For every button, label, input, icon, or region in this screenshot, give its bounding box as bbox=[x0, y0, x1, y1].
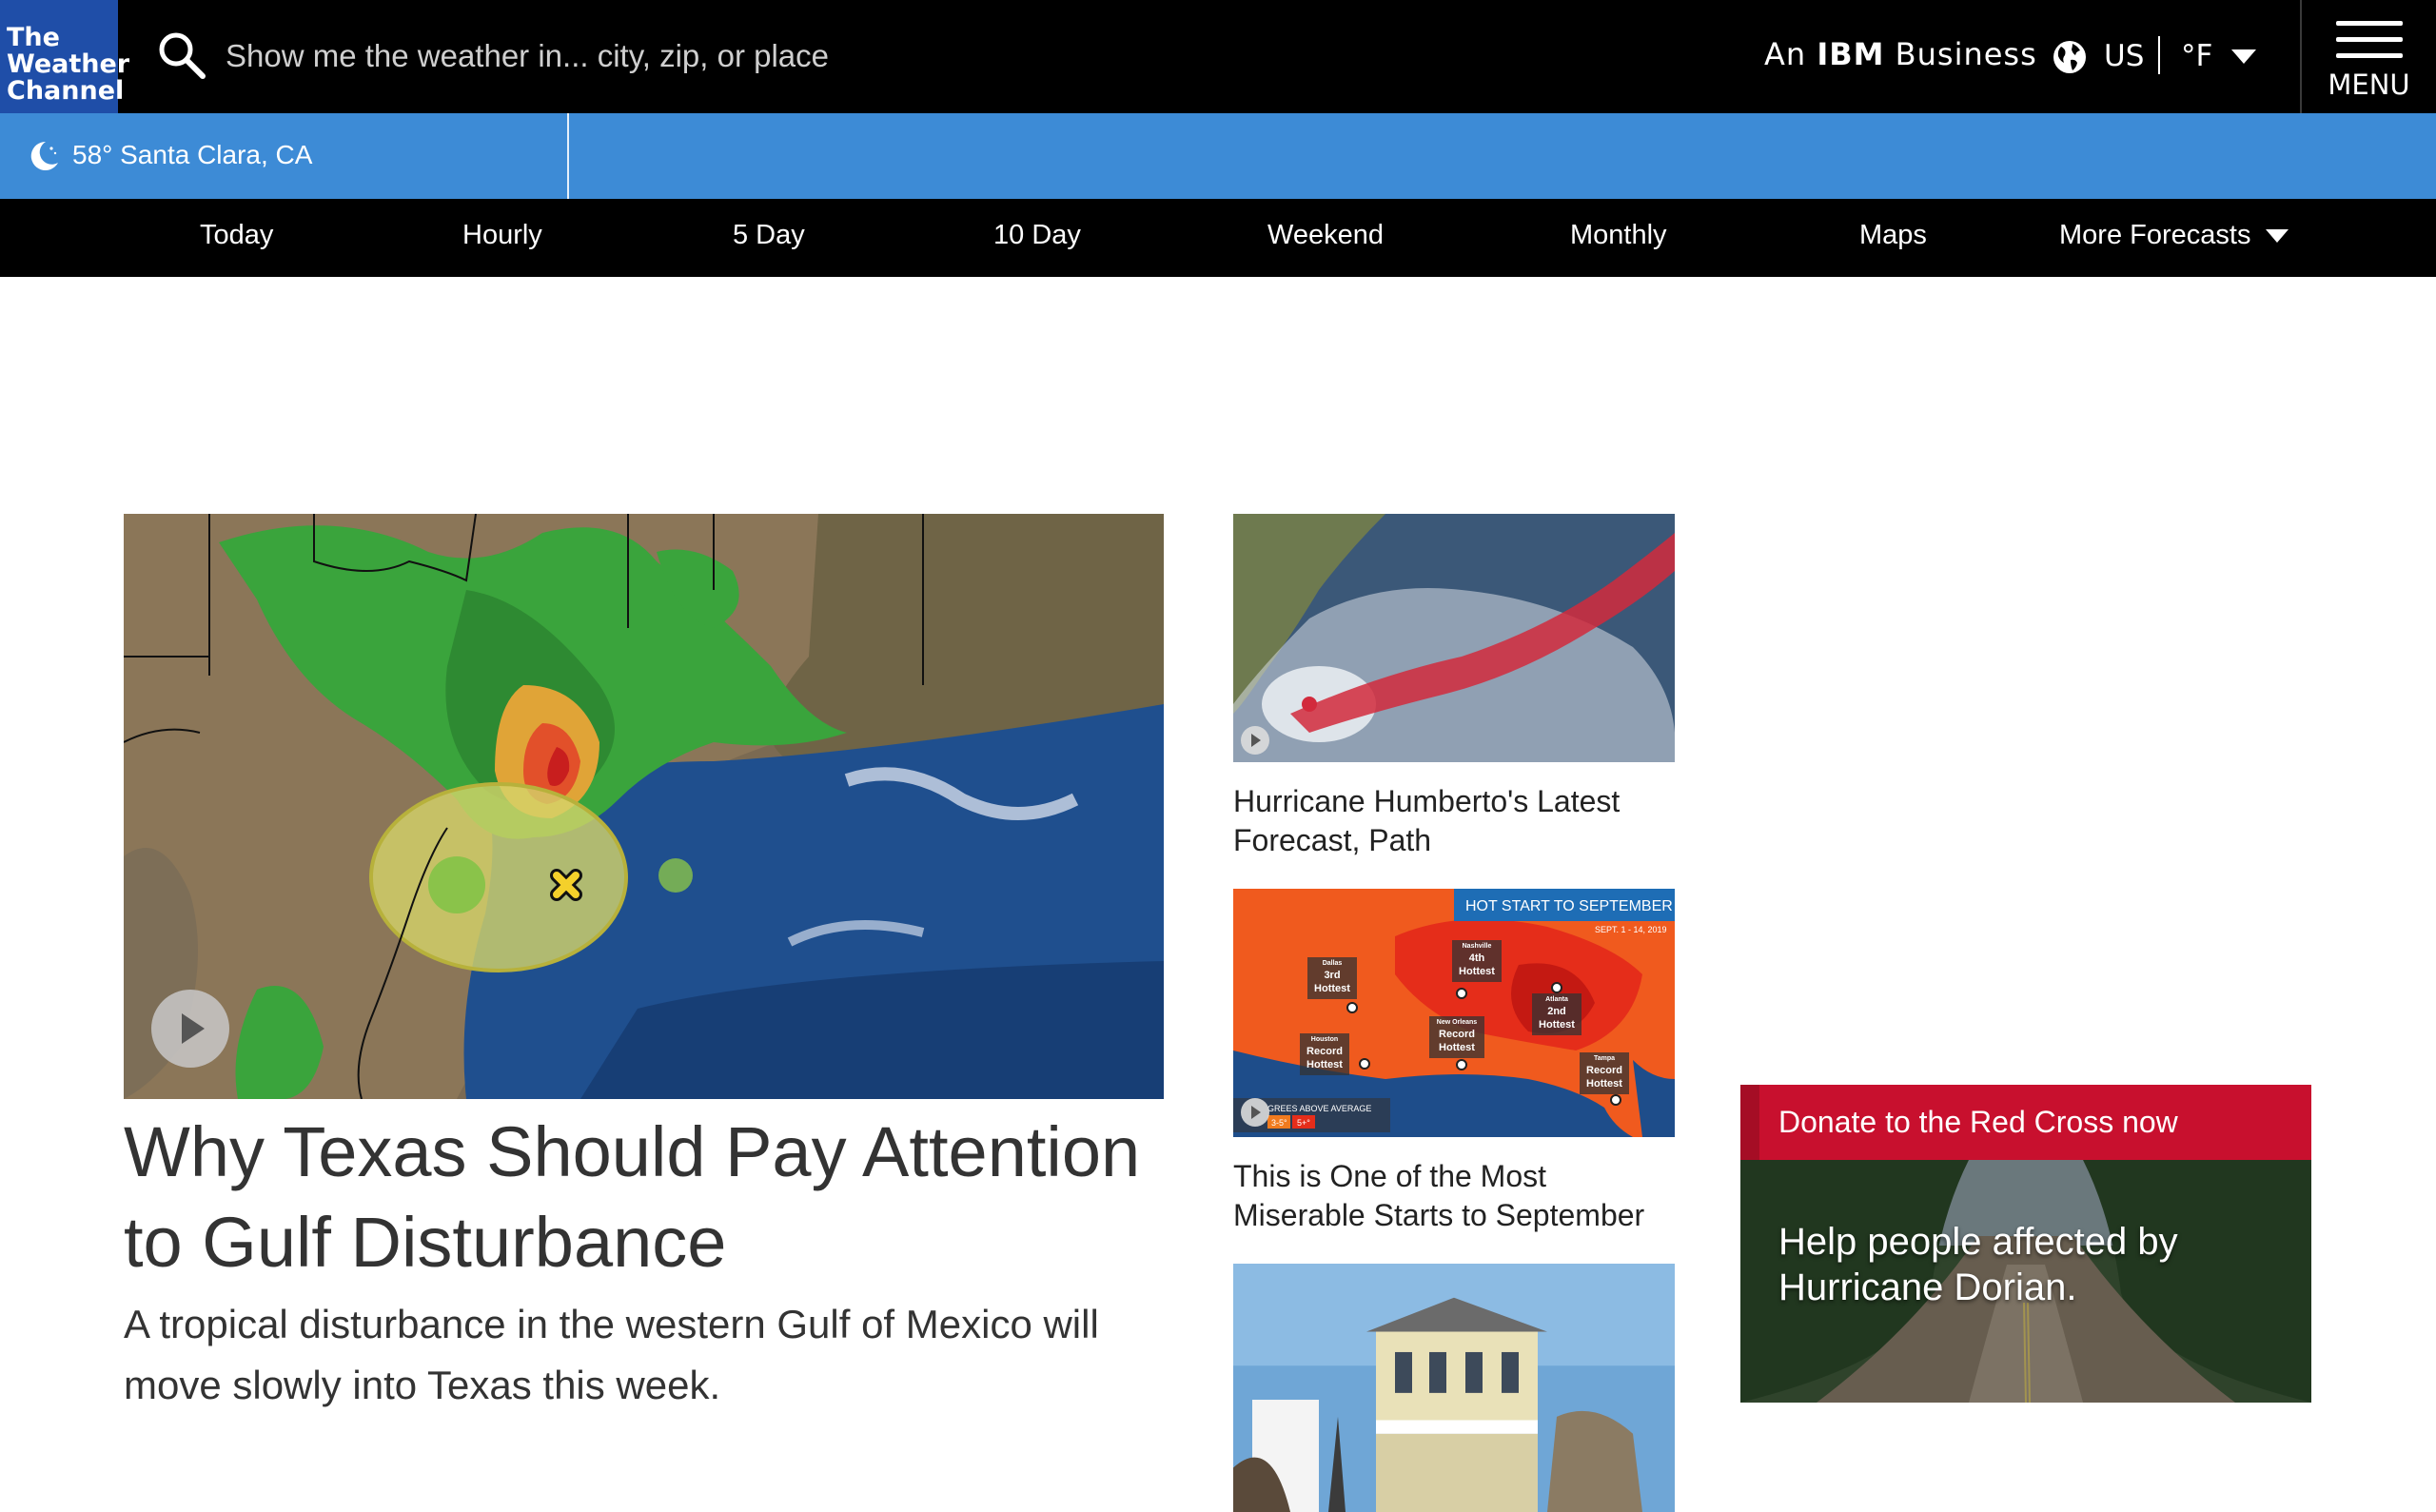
location-bar: 58° Santa Clara, CA bbox=[0, 113, 2436, 199]
map-label: Hottest bbox=[1459, 966, 1495, 977]
nav-5-day[interactable]: 5 Day bbox=[733, 220, 805, 251]
top-header: The Weather Channel An IBM Business US °… bbox=[0, 0, 2436, 113]
humberto-video-thumbnail[interactable] bbox=[1233, 514, 1675, 762]
nav-more-forecasts[interactable]: More Forecasts bbox=[2059, 220, 2289, 251]
map-label: Record bbox=[1586, 1065, 1622, 1076]
ibm-bold: IBM bbox=[1817, 36, 1885, 72]
map-label: Hottest bbox=[1314, 983, 1350, 994]
unit-selector[interactable]: °F bbox=[2181, 39, 2212, 73]
card-title[interactable]: Hurricane Humberto's Latest Forecast, Pa… bbox=[1233, 782, 1680, 860]
hero-video-thumbnail[interactable] bbox=[124, 514, 1164, 1099]
red-cross-message: Help people affected by Hurricane Dorian… bbox=[1778, 1221, 2178, 1308]
caret-down-icon bbox=[2266, 229, 2289, 244]
map-label: Hottest bbox=[1586, 1078, 1622, 1090]
hero-play-button[interactable] bbox=[151, 990, 229, 1068]
search-icon[interactable] bbox=[155, 29, 208, 82]
current-location[interactable]: 58° Santa Clara, CA bbox=[0, 113, 569, 199]
logo-line-2: Weather bbox=[7, 49, 130, 79]
locale-selector[interactable]: US bbox=[2104, 39, 2144, 73]
red-cross-header: Donate to the Red Cross now bbox=[1740, 1085, 2311, 1160]
nav-monthly[interactable]: Monthly bbox=[1570, 220, 1667, 251]
location-text: 58° Santa Clara, CA bbox=[72, 140, 312, 170]
map-label: 4th bbox=[1469, 952, 1485, 964]
map-label: 3rd bbox=[1324, 970, 1340, 981]
map-legend-value: 5+° bbox=[1297, 1118, 1310, 1128]
hero-headline[interactable]: Why Texas Should Pay Attention to Gulf D… bbox=[124, 1107, 1170, 1287]
map-label: Dallas bbox=[1323, 960, 1343, 967]
hamburger-icon bbox=[2336, 21, 2403, 59]
logo-line-3: Channel bbox=[7, 76, 125, 106]
hero-summary: A tropical disturbance in the western Gu… bbox=[124, 1302, 1099, 1407]
damaged-house-thumbnail[interactable] bbox=[1233, 1264, 1675, 1512]
map-label: Atlanta bbox=[1545, 996, 1568, 1003]
red-cross-ad[interactable]: Donate to the Red Cross now Help people … bbox=[1740, 1085, 2311, 1403]
menu-label: MENU bbox=[2328, 69, 2410, 101]
ibm-suffix: Business bbox=[1884, 36, 2037, 72]
map-label: Record bbox=[1306, 1046, 1343, 1057]
map-legend: GREES ABOVE AVERAGE bbox=[1267, 1104, 1371, 1113]
search-input[interactable] bbox=[224, 30, 1084, 82]
ibm-business-label: An IBM Business bbox=[1764, 36, 2037, 72]
card-title[interactable]: This is One of the Most Miserable Starts… bbox=[1233, 1157, 1680, 1235]
map-label: Record bbox=[1439, 1029, 1475, 1040]
map-label: 2nd bbox=[1547, 1006, 1566, 1017]
locale-divider bbox=[2158, 36, 2160, 74]
donate-link[interactable]: Donate to the Red Cross now bbox=[1778, 1105, 2178, 1140]
menu-button[interactable]: MENU bbox=[2302, 0, 2436, 113]
map-label: Tampa bbox=[1594, 1055, 1615, 1062]
map-label: Nashville bbox=[1463, 943, 1492, 950]
map-label: Hottest bbox=[1306, 1059, 1343, 1070]
current-temp: 58° bbox=[72, 140, 113, 169]
map-header: HOT START TO SEPTEMBER bbox=[1465, 898, 1673, 914]
nav-more-label: More Forecasts bbox=[2059, 220, 2251, 250]
logo-line-1: The bbox=[7, 23, 60, 52]
chevron-down-icon[interactable] bbox=[2231, 49, 2256, 64]
globe-icon[interactable] bbox=[2052, 39, 2088, 75]
map-label: New Orleans bbox=[1437, 1019, 1478, 1026]
forecast-nav: Today Hourly 5 Day 10 Day Weekend Monthl… bbox=[0, 199, 2436, 277]
nav-maps[interactable]: Maps bbox=[1859, 220, 1927, 251]
header-accent bbox=[1740, 1085, 1759, 1160]
weather-channel-logo[interactable]: The Weather Channel bbox=[0, 0, 130, 113]
heat-map-thumbnail[interactable]: HOT START TO SEPTEMBER SEPT. 1 - 14, 201… bbox=[1233, 889, 1675, 1137]
card-play-icon[interactable] bbox=[1241, 726, 1269, 755]
nav-weekend[interactable]: Weekend bbox=[1267, 220, 1384, 251]
map-label: Hottest bbox=[1439, 1042, 1475, 1053]
nav-10-day[interactable]: 10 Day bbox=[993, 220, 1081, 251]
map-label: Houston bbox=[1311, 1036, 1338, 1043]
ibm-prefix: An bbox=[1764, 36, 1817, 72]
map-legend-value: 3-5° bbox=[1271, 1118, 1287, 1128]
card-play-icon[interactable] bbox=[1241, 1098, 1269, 1127]
nav-hourly[interactable]: Hourly bbox=[462, 220, 542, 251]
nav-today[interactable]: Today bbox=[200, 220, 273, 251]
moon-icon bbox=[30, 141, 58, 170]
location-name: Santa Clara, CA bbox=[120, 140, 313, 169]
map-label: Hottest bbox=[1539, 1019, 1575, 1031]
map-dates: SEPT. 1 - 14, 2019 bbox=[1595, 925, 1667, 934]
